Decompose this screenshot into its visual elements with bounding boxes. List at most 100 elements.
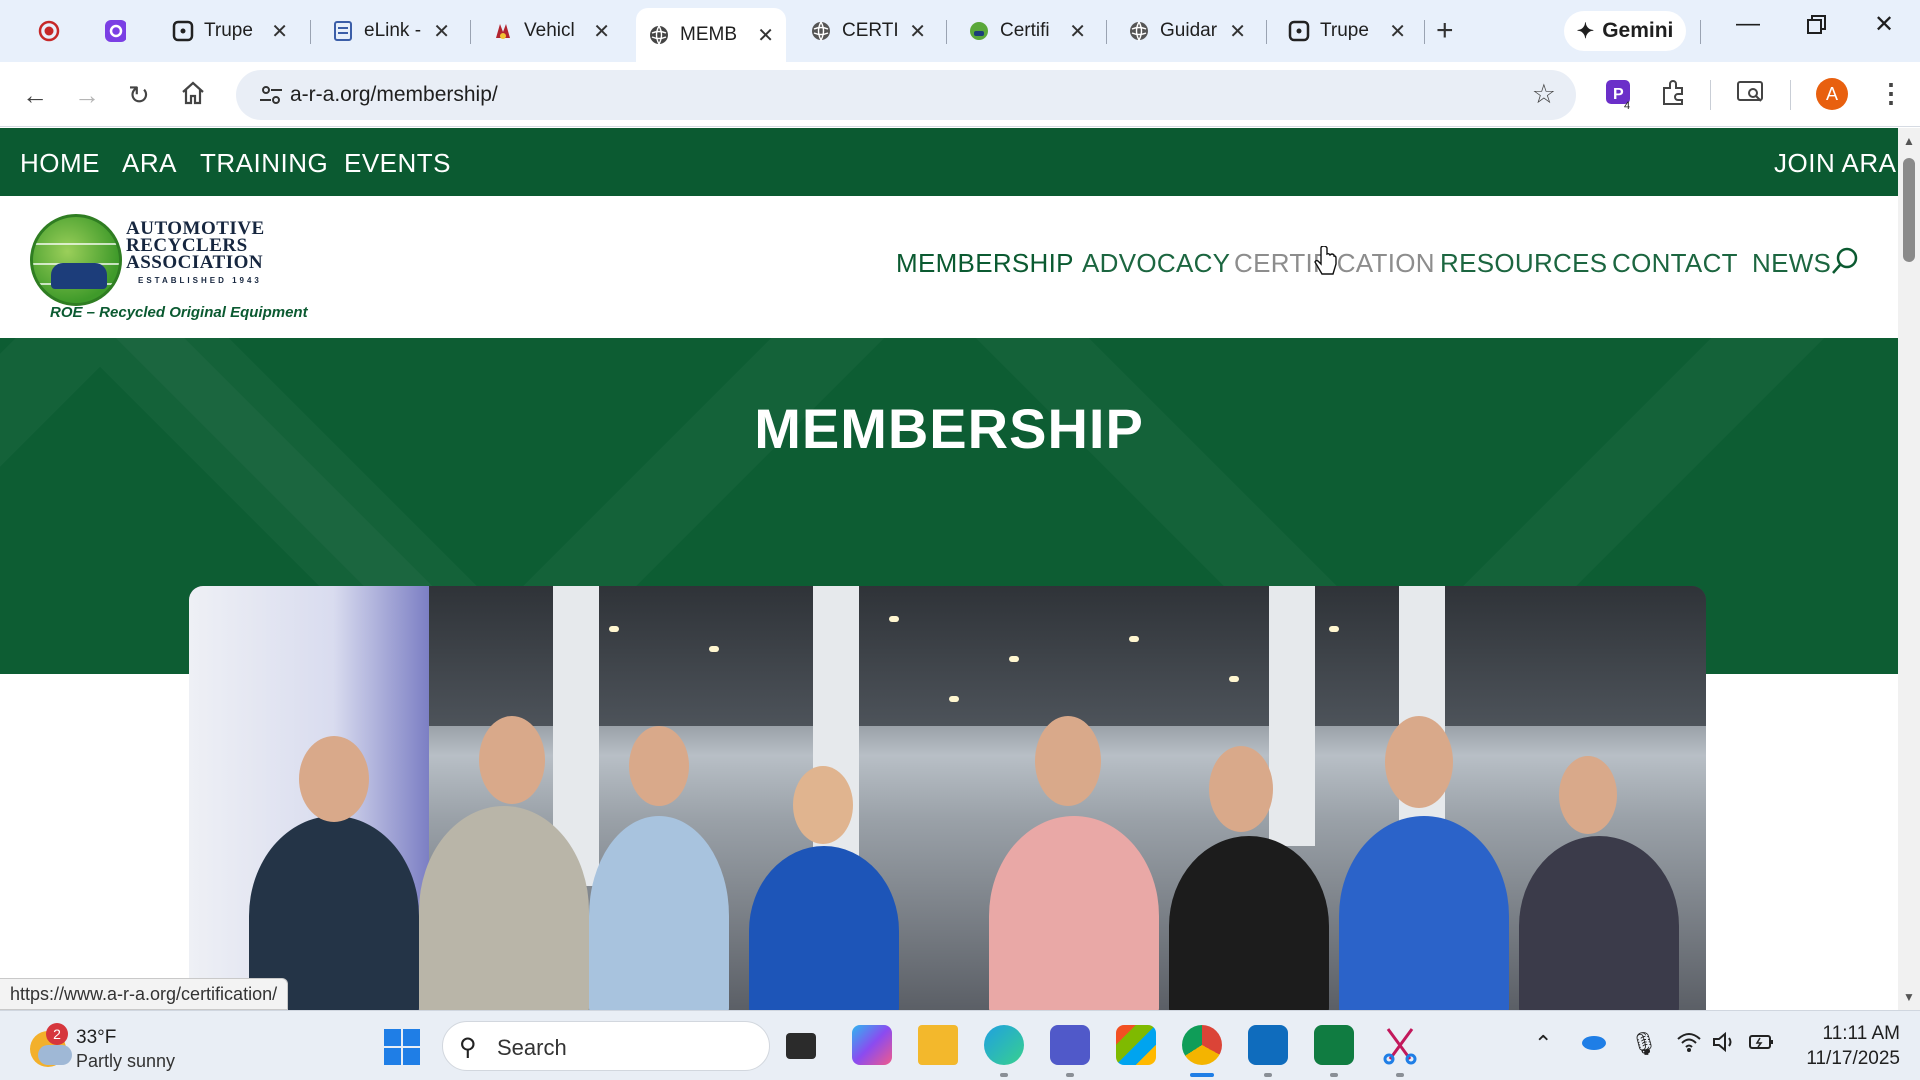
windows-taskbar: 2 33°F Partly sunny ⚲ Search ⌃ 🎙 11:11 A… — [0, 1010, 1920, 1080]
close-tab-icon[interactable]: ✕ — [593, 19, 610, 44]
gemini-button[interactable]: ✦ Gemini — [1564, 11, 1686, 51]
bookmark-star-icon[interactable]: ☆ — [1532, 79, 1556, 110]
outlook-icon[interactable] — [1248, 1025, 1288, 1077]
nav-join-ara[interactable]: JOIN ARA — [1774, 148, 1896, 179]
tab-membership[interactable]: MEMB ✕ — [636, 8, 786, 62]
nav-training[interactable]: TRAINING — [200, 148, 328, 179]
site-info-icon[interactable] — [258, 82, 284, 108]
nav-contact[interactable]: CONTACT — [1612, 248, 1738, 279]
close-tab-icon[interactable]: ✕ — [1229, 19, 1246, 44]
scrollbar-thumb[interactable] — [1903, 158, 1915, 262]
battery-icon[interactable] — [1748, 1031, 1776, 1059]
nav-home[interactable]: HOME — [20, 148, 100, 179]
taskbar-search[interactable]: ⚲ Search — [442, 1021, 770, 1071]
ara-logo-icon — [968, 20, 990, 42]
wifi-icon[interactable] — [1676, 1031, 1702, 1059]
browser-toolbar: ← → ↻ a-r-a.org/membership/ ☆ P4 A ⋮ — [0, 62, 1920, 127]
sparkle-icon: ✦ — [1576, 19, 1595, 43]
svg-text:P: P — [1613, 86, 1624, 103]
page-viewport: HOME ARA TRAINING EVENTS JOIN ARA AUTOMO… — [0, 128, 1898, 1010]
close-tab-icon[interactable]: ✕ — [757, 23, 774, 48]
close-tab-icon[interactable]: ✕ — [433, 19, 450, 44]
minimize-button[interactable]: — — [1736, 10, 1760, 38]
tab-trupe-2[interactable]: Trupe ✕ — [1276, 10, 1418, 52]
nav-advocacy[interactable]: ADVOCACY — [1082, 248, 1230, 279]
link-status-bubble: https://www.a-r-a.org/certification/ — [0, 978, 289, 1010]
extensions-puzzle-icon[interactable] — [1660, 78, 1688, 113]
logo-established: ESTABLISHED 1943 — [138, 276, 262, 285]
tab-app-icon — [1288, 20, 1310, 42]
show-hidden-icons-icon[interactable]: ⌃ — [1534, 1031, 1552, 1057]
page-scrollbar[interactable]: ▲ ▼ — [1898, 128, 1920, 1010]
volume-icon[interactable] — [1712, 1031, 1738, 1059]
search-icon: ⚲ — [459, 1034, 477, 1061]
close-tab-icon[interactable]: ✕ — [1389, 19, 1406, 44]
start-button[interactable] — [384, 1029, 420, 1065]
page-title: MEMBERSHIP — [754, 397, 1144, 460]
address-bar[interactable]: a-r-a.org/membership/ ☆ — [236, 70, 1576, 120]
system-clock[interactable]: 11:11 AM 11/17/2025 — [1784, 1021, 1900, 1071]
home-button[interactable] — [180, 80, 206, 113]
vehicle-icon — [492, 20, 514, 42]
file-explorer-icon[interactable] — [918, 1025, 958, 1065]
reload-button[interactable]: ↻ — [128, 80, 150, 111]
back-button[interactable]: ← — [22, 80, 48, 111]
scroll-up-arrow-icon[interactable]: ▲ — [1903, 134, 1915, 148]
store-icon[interactable] — [1116, 1025, 1156, 1065]
m365-icon[interactable] — [852, 1025, 892, 1065]
search-icon[interactable] — [1830, 246, 1860, 276]
weather-condition: Partly sunny — [76, 1051, 176, 1071]
scroll-down-arrow-icon[interactable]: ▼ — [1903, 990, 1915, 1004]
close-window-button[interactable]: ✕ — [1874, 10, 1894, 39]
tab-separator — [946, 20, 947, 44]
extension-purple-icon[interactable]: P4 — [1604, 78, 1636, 117]
svg-text:4: 4 — [1624, 100, 1630, 110]
tab-app-icon — [172, 20, 194, 42]
snipping-tool-icon[interactable] — [1380, 1025, 1420, 1077]
hero-photo — [189, 586, 1706, 1010]
nav-resources[interactable]: RESOURCES — [1440, 248, 1607, 279]
restore-button[interactable] — [1806, 14, 1828, 43]
ara-logo[interactable]: AUTOMOTIVE RECYCLERS ASSOCIATION ESTABLI… — [30, 210, 308, 326]
close-tab-icon[interactable]: ✕ — [271, 19, 288, 44]
nav-news[interactable]: NEWS — [1752, 248, 1831, 279]
tab-trupe-1[interactable]: Trupe ✕ — [160, 10, 300, 52]
menu-kebab-icon[interactable]: ⋮ — [1878, 78, 1904, 109]
browser-tab-strip: Trupe ✕ eLink - ✕ Vehicl ✕ MEMB ✕ CERTIF… — [0, 0, 1920, 62]
task-view-icon[interactable] — [786, 1033, 816, 1059]
tab-separator — [1266, 20, 1267, 44]
tab-app[interactable] — [96, 10, 140, 52]
url-text[interactable]: a-r-a.org/membership/ — [290, 83, 498, 107]
teams-icon[interactable] — [1050, 1025, 1090, 1077]
microphone-icon[interactable]: 🎙 — [1630, 1031, 1658, 1057]
tab-vehicle[interactable]: Vehicl ✕ — [480, 10, 622, 52]
close-tab-icon[interactable]: ✕ — [1069, 19, 1086, 44]
tab-recording[interactable] — [30, 10, 70, 52]
nav-membership[interactable]: MEMBERSHIP — [896, 248, 1074, 279]
onedrive-icon[interactable] — [1580, 1031, 1608, 1057]
edge-icon[interactable] — [984, 1025, 1024, 1077]
close-tab-icon[interactable]: ✕ — [909, 19, 926, 44]
record-icon — [38, 20, 60, 42]
tab-elink[interactable]: eLink - ✕ — [320, 10, 462, 52]
tab-certifi[interactable]: Certifi ✕ — [956, 10, 1098, 52]
globe-icon — [648, 24, 670, 46]
excel-icon[interactable] — [1314, 1025, 1354, 1077]
weather-widget[interactable]: 2 33°F Partly sunny — [28, 1023, 228, 1073]
forward-button[interactable]: → — [74, 80, 100, 111]
globe-icon — [810, 20, 832, 42]
tab-search-icon[interactable] — [1736, 78, 1766, 113]
nav-ara[interactable]: ARA — [122, 148, 177, 179]
profile-avatar[interactable]: A — [1816, 78, 1848, 110]
new-tab-button[interactable]: + — [1436, 14, 1454, 48]
tab-certif[interactable]: CERTIF ✕ — [798, 10, 938, 52]
mouse-cursor-icon — [1314, 246, 1337, 275]
toolbar-separator — [1790, 80, 1791, 110]
site-header: AUTOMOTIVE RECYCLERS ASSOCIATION ESTABLI… — [0, 196, 1898, 338]
chrome-icon[interactable] — [1182, 1025, 1222, 1077]
tab-separator — [1424, 20, 1425, 44]
nav-events[interactable]: EVENTS — [344, 148, 451, 179]
tab-separator — [470, 20, 471, 44]
tab-guidar[interactable]: Guidar ✕ — [1116, 10, 1258, 52]
weather-temp: 33°F — [76, 1027, 117, 1048]
